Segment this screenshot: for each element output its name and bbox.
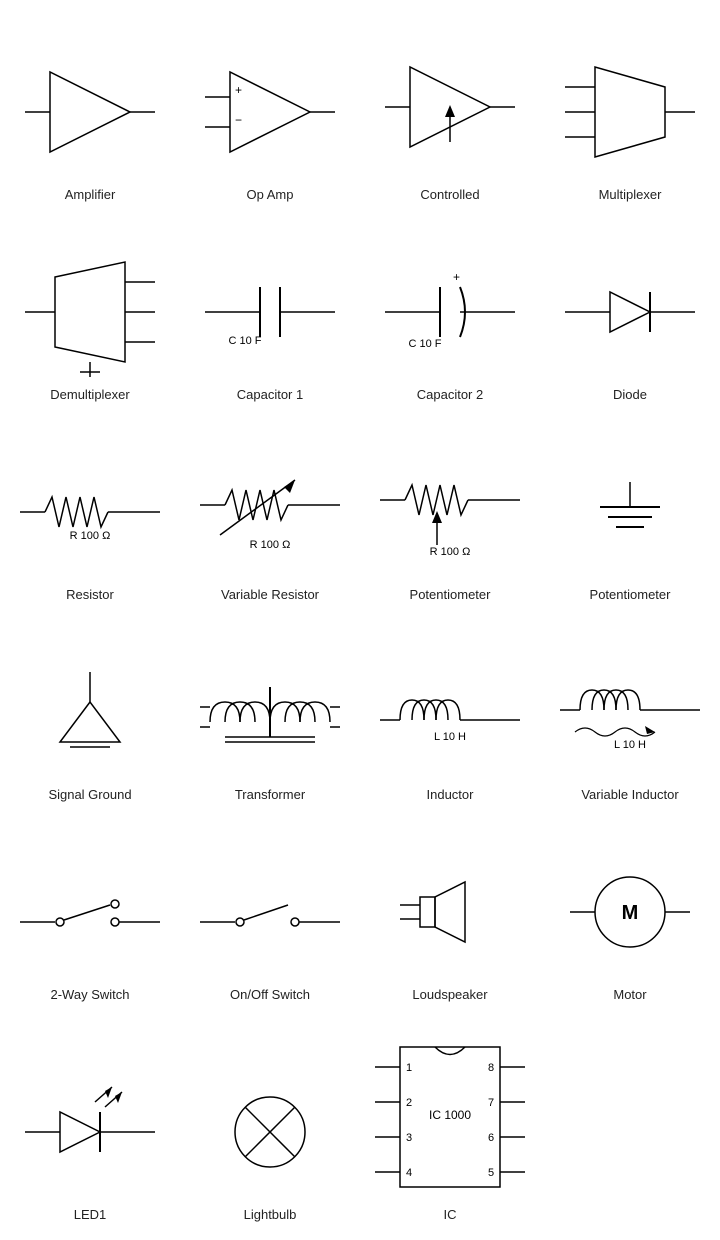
label-loudspeaker: Loudspeaker [412, 987, 487, 1002]
label-multiplexer: Multiplexer [599, 187, 662, 202]
cell-capacitor2: + C 10 F Capacitor 2 [360, 210, 540, 410]
cell-amplifier: Amplifier [0, 10, 180, 210]
cell-variable-inductor: L 10 H Variable Inductor [540, 610, 720, 810]
cell-signal-ground: Signal Ground [0, 610, 180, 810]
svg-text:8: 8 [488, 1062, 494, 1074]
svg-text:2: 2 [406, 1097, 412, 1109]
svg-text:C 10 F: C 10 F [228, 335, 261, 347]
svg-text:IC 1000: IC 1000 [429, 1108, 471, 1122]
cell-inductor: L 10 H Inductor [360, 610, 540, 810]
cell-lightbulb: Lightbulb [180, 1010, 360, 1230]
label-capacitor1: Capacitor 1 [237, 387, 303, 402]
cell-transformer: Transformer [180, 610, 360, 810]
label-variable-inductor: Variable Inductor [581, 787, 678, 802]
label-diode: Diode [613, 387, 647, 402]
cell-op-amp: + − Op Amp [180, 10, 360, 210]
label-capacitor2: Capacitor 2 [417, 387, 483, 402]
cell-capacitor1: C 10 F Capacitor 1 [180, 210, 360, 410]
cell-potentiometer2: Potentiometer [540, 410, 720, 610]
cell-multiplexer: Multiplexer [540, 10, 720, 210]
svg-text:1: 1 [406, 1062, 412, 1074]
svg-text:R 100 Ω: R 100 Ω [70, 530, 111, 542]
label-inductor: Inductor [427, 787, 474, 802]
cell-variable-resistor: R 100 Ω Variable Resistor [180, 410, 360, 610]
cell-resistor: R 100 Ω Resistor [0, 410, 180, 610]
svg-text:R 100 Ω: R 100 Ω [250, 539, 291, 551]
cell-potentiometer: R 100 Ω Potentiometer [360, 410, 540, 610]
svg-text:−: − [235, 113, 242, 127]
svg-text:+: + [235, 83, 242, 97]
cell-ic: 1 2 3 4 8 7 6 5 IC 1000 IC [360, 1010, 540, 1230]
label-switch-2way: 2-Way Switch [51, 987, 130, 1002]
svg-text:6: 6 [488, 1132, 494, 1144]
cell-loudspeaker: Loudspeaker [360, 810, 540, 1010]
label-led1: LED1 [74, 1207, 107, 1222]
cell-demultiplexer: Demultiplexer [0, 210, 180, 410]
label-op-amp: Op Amp [247, 187, 294, 202]
cell-led1: LED1 [0, 1010, 180, 1230]
svg-text:C 10 F: C 10 F [408, 338, 441, 350]
cell-switch-onoff: On/Off Switch [180, 810, 360, 1010]
svg-text:7: 7 [488, 1097, 494, 1109]
label-potentiometer2: Potentiometer [590, 587, 671, 602]
svg-text:3: 3 [406, 1132, 412, 1144]
label-signal-ground: Signal Ground [48, 787, 131, 802]
component-grid: Amplifier + − Op Amp [0, 0, 720, 1240]
label-potentiometer: Potentiometer [410, 587, 491, 602]
label-variable-resistor: Variable Resistor [221, 587, 319, 602]
label-ic: IC [444, 1207, 457, 1222]
svg-text:L 10 H: L 10 H [434, 731, 466, 743]
label-demultiplexer: Demultiplexer [50, 387, 129, 402]
svg-text:R 100 Ω: R 100 Ω [430, 546, 471, 558]
svg-text:5: 5 [488, 1167, 494, 1179]
label-controlled: Controlled [420, 187, 479, 202]
label-transformer: Transformer [235, 787, 305, 802]
label-motor: Motor [613, 987, 646, 1002]
cell-switch-2way: 2-Way Switch [0, 810, 180, 1010]
svg-text:L 10 H: L 10 H [614, 739, 646, 751]
cell-diode: Diode [540, 210, 720, 410]
svg-text:4: 4 [406, 1167, 412, 1179]
cell-motor: M Motor [540, 810, 720, 1010]
label-switch-onoff: On/Off Switch [230, 987, 310, 1002]
label-lightbulb: Lightbulb [244, 1207, 297, 1222]
cell-empty [540, 1010, 720, 1230]
label-resistor: Resistor [66, 587, 114, 602]
cell-controlled: Controlled [360, 10, 540, 210]
svg-text:+: + [453, 270, 460, 284]
label-amplifier: Amplifier [65, 187, 116, 202]
svg-text:M: M [622, 902, 639, 924]
